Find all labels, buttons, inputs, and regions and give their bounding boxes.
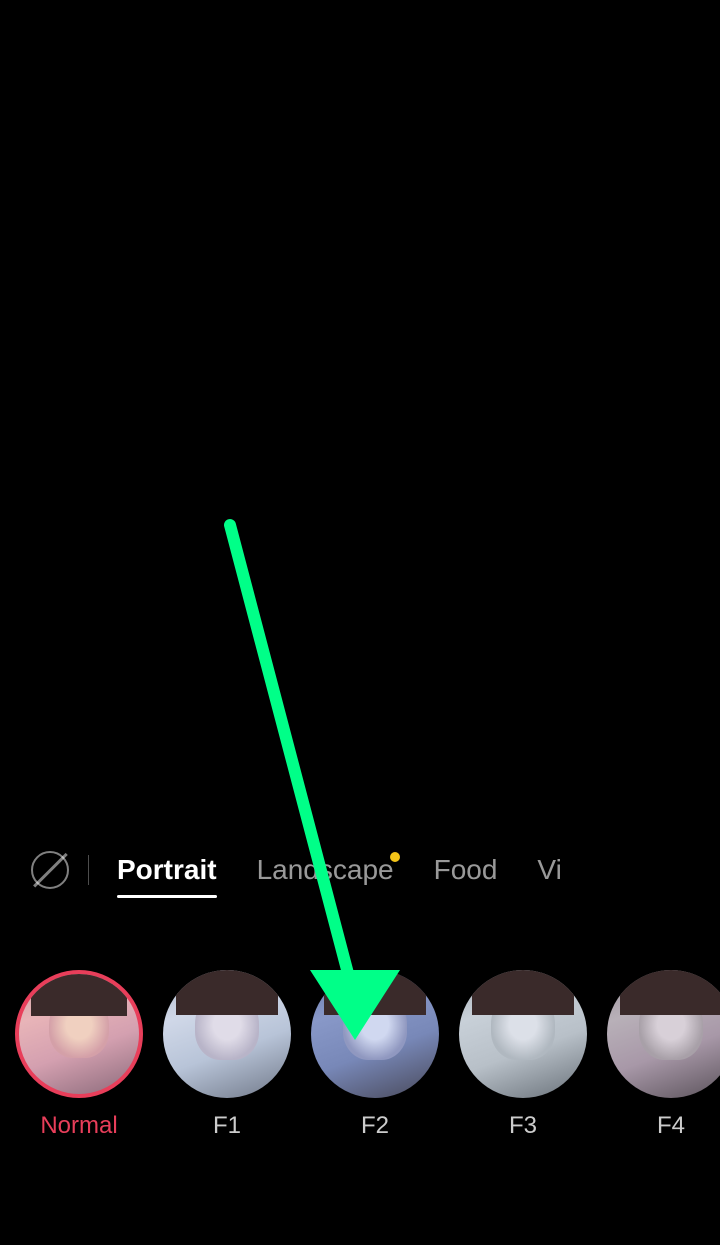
landscape-dot	[390, 852, 400, 862]
filter-normal[interactable]: Normal	[15, 970, 143, 1140]
filter-f4-label: F4	[657, 1112, 685, 1140]
filter-f1[interactable]: F1	[163, 970, 291, 1140]
filter-f3-thumb	[459, 970, 587, 1098]
camera-viewfinder	[0, 0, 720, 900]
category-food[interactable]: Food	[414, 846, 518, 894]
video-label: Vi	[537, 854, 561, 885]
category-portrait[interactable]: Portrait	[97, 846, 237, 894]
filter-f2[interactable]: F2	[311, 970, 439, 1140]
category-landscape[interactable]: Landscape	[237, 846, 414, 894]
filter-f4[interactable]: F4	[607, 970, 720, 1140]
category-bar: Portrait Landscape Food Vi	[0, 830, 720, 910]
filter-f4-thumb	[607, 970, 720, 1098]
filter-f3-label: F3	[509, 1112, 537, 1140]
filter-f2-label: F2	[361, 1112, 389, 1140]
filter-normal-label: Normal	[40, 1112, 117, 1140]
no-filter-icon	[31, 851, 69, 889]
portrait-label: Portrait	[117, 854, 217, 885]
filter-f3[interactable]: F3	[459, 970, 587, 1140]
filter-normal-thumb	[15, 970, 143, 1098]
filter-strip: Normal F1 F2 F3 F4	[0, 925, 720, 1185]
category-video[interactable]: Vi	[517, 846, 581, 894]
food-label: Food	[434, 854, 498, 885]
landscape-label: Landscape	[257, 854, 394, 885]
filter-f1-label: F1	[213, 1112, 241, 1140]
no-filter-button[interactable]	[20, 851, 80, 889]
bottom-bar	[0, 1185, 720, 1245]
category-divider	[88, 855, 89, 885]
filter-f1-thumb	[163, 970, 291, 1098]
filter-f2-thumb	[311, 970, 439, 1098]
